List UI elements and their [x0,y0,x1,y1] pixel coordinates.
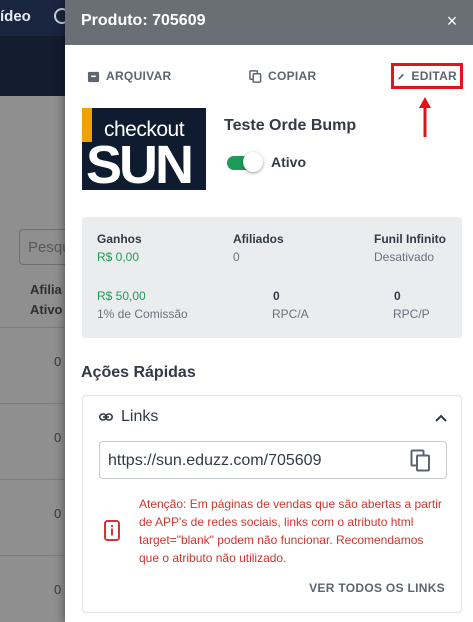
stat-rpcp-value: 0 [394,289,401,303]
background-row-divider [0,555,70,556]
stat-rpcp-label: RPC/P [393,307,430,321]
links-header[interactable]: Links [99,408,158,426]
stat-rpca: 0 RPC/A [272,287,309,323]
status-toggle[interactable] [225,152,263,172]
stat-rpcp: 0 RPC/P [393,287,430,323]
background-topbar-text: ídeo [0,8,31,25]
background-row-divider [0,403,70,404]
link-icon [99,413,113,421]
product-drawer: Produto: 705609 × ARQUIVAR COPIAR EDITAR… [65,0,473,622]
copy-link-icon[interactable] [410,449,432,473]
background-row-divider [0,327,70,328]
stat-earnings-label: Ganhos [97,232,142,246]
background-row-value: 0 [54,506,62,521]
stat-affiliates: Afiliados 0 [233,230,284,266]
links-title: Links [121,408,159,425]
stat-commission-value: R$ 50,00 [97,289,146,303]
edit-button-label: EDITAR [411,69,457,83]
stat-affiliates-label: Afiliados [233,232,284,246]
copy-button-label: COPIAR [268,69,317,83]
background-column-header: Afilia Ativo [30,280,63,320]
background-column-header-line2: Ativo [30,302,63,317]
product-logo: checkout SUN [82,108,206,190]
quick-actions-title: Ações Rápidas [81,364,196,381]
stat-funnel-label: Funil Infinito [374,232,446,246]
see-all-links-button[interactable]: VER TODOS OS LINKS [309,581,445,595]
close-button[interactable]: × [441,10,463,32]
background-row-value: 0 [54,582,62,597]
copy-button[interactable]: COPIAR [249,66,316,86]
highlight-arrow-icon [419,97,431,137]
link-url-field[interactable]: https://sun.eduzz.com/705609 [99,441,447,479]
background-row-value: 0 [54,430,62,445]
background-row-divider [0,479,70,480]
stat-rpca-value: 0 [273,289,280,303]
stat-affiliates-value: 0 [233,250,240,264]
stat-commission-label: 1% de Comissão [97,307,188,321]
stat-commission: R$ 50,00 1% de Comissão [97,287,188,323]
stat-funnel-value: Desativado [374,250,435,264]
logo-text-big: SUN [86,135,194,190]
archive-button[interactable]: ARQUIVAR [87,66,172,86]
status-label: Ativo [271,154,306,170]
links-warning-text: Atenção: Em páginas de vendas que são ab… [139,497,442,565]
drawer-header: Produto: 705609 × [65,0,473,45]
links-card: Links https://sun.eduzz.com/705609 Atenç… [82,395,462,613]
toggle-knob [243,152,263,172]
background-column-header-line1: Afilia [30,282,62,297]
stat-earnings-value: R$ 0,00 [97,250,140,264]
drawer-title: Produto: 705609 [81,12,206,29]
edit-button[interactable]: EDITAR [391,63,463,89]
stat-earnings: Ganhos R$ 0,00 [97,230,142,266]
archive-button-label: ARQUIVAR [106,69,172,83]
background-row-value: 0 [54,354,62,369]
stat-rpca-label: RPC/A [272,307,309,321]
stats-panel: Ganhos R$ 0,00 Afiliados 0 Funil Infinit… [82,217,462,338]
stat-funnel: Funil Infinito Desativado [374,230,446,266]
link-url-value: https://sun.eduzz.com/705609 [108,452,322,469]
pencil-icon [398,73,404,80]
archive-icon [87,71,100,82]
product-name: Teste Orde Bump [224,117,357,134]
copy-icon [249,69,262,83]
warning-icon [104,520,120,541]
chevron-up-icon[interactable] [433,410,449,426]
